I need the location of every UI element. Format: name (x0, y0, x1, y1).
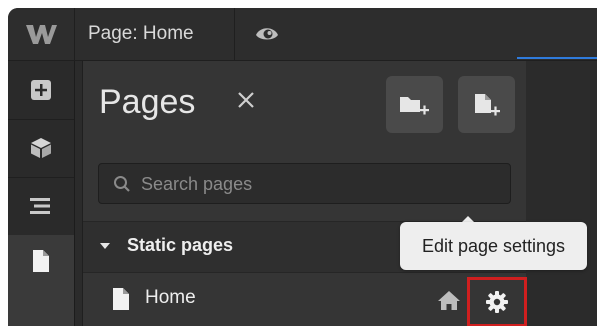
gear-icon (486, 291, 508, 313)
add-folder-button[interactable] (386, 76, 443, 133)
page-icon (113, 288, 129, 310)
add-folder-icon (399, 96, 429, 114)
edit-page-settings-tooltip: Edit page settings (400, 222, 587, 270)
eye-icon (256, 28, 278, 40)
webflow-logo-icon (26, 25, 57, 44)
search-icon (114, 176, 130, 192)
close-panel-button[interactable] (233, 87, 259, 113)
add-page-button[interactable] (458, 76, 515, 133)
webflow-logo[interactable] (8, 8, 75, 60)
section-label: Static pages (127, 235, 234, 255)
pages-button[interactable] (8, 235, 74, 326)
designer-window: Page: Home Pages Search pages Static pag… (8, 8, 597, 326)
page-label: Home (145, 287, 196, 308)
left-toolbar (8, 61, 75, 326)
home-icon (438, 291, 460, 310)
search-input[interactable] (139, 164, 503, 205)
preview-button[interactable] (234, 8, 300, 60)
pages-panel: Pages Search pages Static pages Home (82, 61, 527, 326)
plus-square-icon (31, 80, 51, 100)
current-page-title[interactable]: Page: Home (88, 8, 194, 60)
topbar-empty-area (298, 8, 597, 60)
panel-title: Pages (99, 83, 196, 121)
close-icon (238, 92, 254, 108)
cube-icon (31, 138, 51, 158)
page-icon (33, 250, 49, 272)
navigator-button[interactable] (8, 177, 74, 236)
add-elements-button[interactable] (8, 61, 74, 120)
symbols-button[interactable] (8, 119, 74, 178)
page-row-home[interactable]: Home (83, 273, 527, 326)
search-field[interactable] (98, 163, 511, 205)
canvas-selection-line (517, 57, 597, 59)
navigator-icon (30, 198, 50, 214)
add-page-icon (474, 93, 500, 115)
caret-down-icon (100, 243, 110, 249)
page-settings-button[interactable] (467, 277, 527, 326)
top-bar: Page: Home (8, 8, 597, 61)
